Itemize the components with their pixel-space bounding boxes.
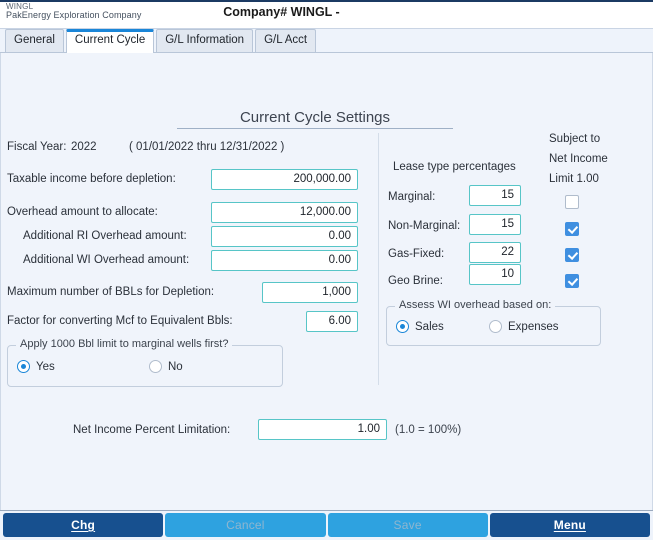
- menu-button[interactable]: Menu: [489, 513, 650, 537]
- fiscal-year-range: ( 01/01/2022 thru 12/31/2022 ): [129, 141, 285, 153]
- overhead-allocate-label: Overhead amount to allocate:: [7, 206, 158, 218]
- geo-brine-percent-input[interactable]: 10: [469, 264, 521, 285]
- window-title: Company# WINGL -: [223, 5, 340, 19]
- assess-wi-overhead-group-title: Assess WI overhead based on:: [395, 299, 556, 311]
- net-income-limit-label: Net Income Percent Limitation:: [73, 424, 231, 436]
- tab-gl-acct[interactable]: G/L Acct: [255, 29, 317, 52]
- marginal-limit-no-label: No: [168, 360, 183, 373]
- tab-general[interactable]: General: [5, 29, 64, 52]
- radio-sales-icon[interactable]: [396, 320, 409, 333]
- tab-current-cycle[interactable]: Current Cycle: [65, 29, 155, 53]
- current-cycle-panel: Current Cycle Settings Fiscal Year: 2022…: [0, 53, 653, 513]
- net-income-limit-input[interactable]: 1.00: [258, 419, 387, 440]
- mcf-factor-input[interactable]: 6.00: [306, 311, 358, 332]
- application-window: WINGL PakEnergy Exploration Company Comp…: [0, 0, 653, 540]
- action-bar: Chg Cancel Save Menu: [0, 510, 653, 540]
- chg-button-label: Chg: [71, 518, 96, 532]
- fiscal-year-value: 2022: [71, 141, 97, 153]
- taxable-income-label: Taxable income before depletion:: [7, 173, 176, 185]
- non-marginal-percent-input[interactable]: 15: [469, 214, 521, 235]
- marginal-percent-input[interactable]: 15: [469, 185, 521, 206]
- title-bar: WINGL PakEnergy Exploration Company Comp…: [0, 2, 653, 29]
- max-bbls-depletion-input[interactable]: 1,000: [262, 282, 358, 303]
- save-button: Save: [327, 513, 488, 537]
- mcf-factor-label: Factor for converting Mcf to Equivalent …: [7, 315, 233, 327]
- taxable-income-input[interactable]: 200,000.00: [211, 169, 358, 190]
- section-divider: [378, 133, 379, 385]
- subject-to-line2: Net Income: [549, 153, 608, 165]
- radio-yes-icon[interactable]: [17, 360, 30, 373]
- geo-brine-percent-label: Geo Brine:: [388, 275, 443, 287]
- gas-fixed-percent-label: Gas-Fixed:: [388, 248, 445, 260]
- non-marginal-percent-label: Non-Marginal:: [388, 220, 461, 232]
- page-title: Current Cycle Settings: [177, 109, 453, 129]
- additional-ri-overhead-input[interactable]: 0.00: [211, 226, 358, 247]
- marginal-limit-yes-label: Yes: [36, 360, 55, 373]
- radio-expenses-icon[interactable]: [489, 320, 502, 333]
- additional-ri-overhead-label: Additional RI Overhead amount:: [23, 230, 187, 242]
- tab-strip: General Current Cycle G/L Information G/…: [0, 29, 653, 53]
- radio-no-icon[interactable]: [149, 360, 162, 373]
- gas-fixed-subject-checkbox[interactable]: [565, 248, 579, 262]
- marginal-limit-group: Apply 1000 Bbl limit to marginal wells f…: [7, 338, 283, 387]
- tab-gl-information[interactable]: G/L Information: [156, 29, 254, 52]
- additional-wi-overhead-input[interactable]: 0.00: [211, 250, 358, 271]
- gas-fixed-percent-input[interactable]: 22: [469, 242, 521, 263]
- marginal-limit-no-option[interactable]: No: [149, 360, 183, 373]
- cancel-button-label: Cancel: [226, 518, 265, 532]
- geo-brine-subject-checkbox[interactable]: [565, 274, 579, 288]
- save-button-label: Save: [393, 518, 422, 532]
- subject-to-line3: Limit 1.00: [549, 173, 599, 185]
- assess-sales-option[interactable]: Sales: [396, 320, 444, 333]
- assess-expenses-option[interactable]: Expenses: [489, 320, 559, 333]
- menu-button-label: Menu: [553, 518, 586, 532]
- non-marginal-subject-checkbox[interactable]: [565, 222, 579, 236]
- fiscal-year-label: Fiscal Year:: [7, 141, 67, 153]
- marginal-limit-yes-option[interactable]: Yes: [17, 360, 55, 373]
- subject-to-line1: Subject to: [549, 133, 601, 145]
- marginal-subject-checkbox[interactable]: [565, 195, 579, 209]
- assess-sales-label: Sales: [415, 320, 444, 333]
- lease-type-percentages-title: Lease type percentages: [393, 161, 516, 173]
- marginal-limit-group-title: Apply 1000 Bbl limit to marginal wells f…: [16, 338, 233, 350]
- assess-expenses-label: Expenses: [508, 320, 559, 333]
- cancel-button: Cancel: [165, 513, 326, 537]
- additional-wi-overhead-label: Additional WI Overhead amount:: [23, 254, 190, 266]
- max-bbls-depletion-label: Maximum number of BBLs for Depletion:: [7, 286, 215, 298]
- overhead-allocate-input[interactable]: 12,000.00: [211, 202, 358, 223]
- marginal-percent-label: Marginal:: [388, 191, 436, 203]
- assess-wi-overhead-group: Assess WI overhead based on: Sales Expen…: [386, 299, 601, 346]
- net-income-limit-hint: (1.0 = 100%): [395, 424, 462, 436]
- chg-button[interactable]: Chg: [3, 513, 164, 537]
